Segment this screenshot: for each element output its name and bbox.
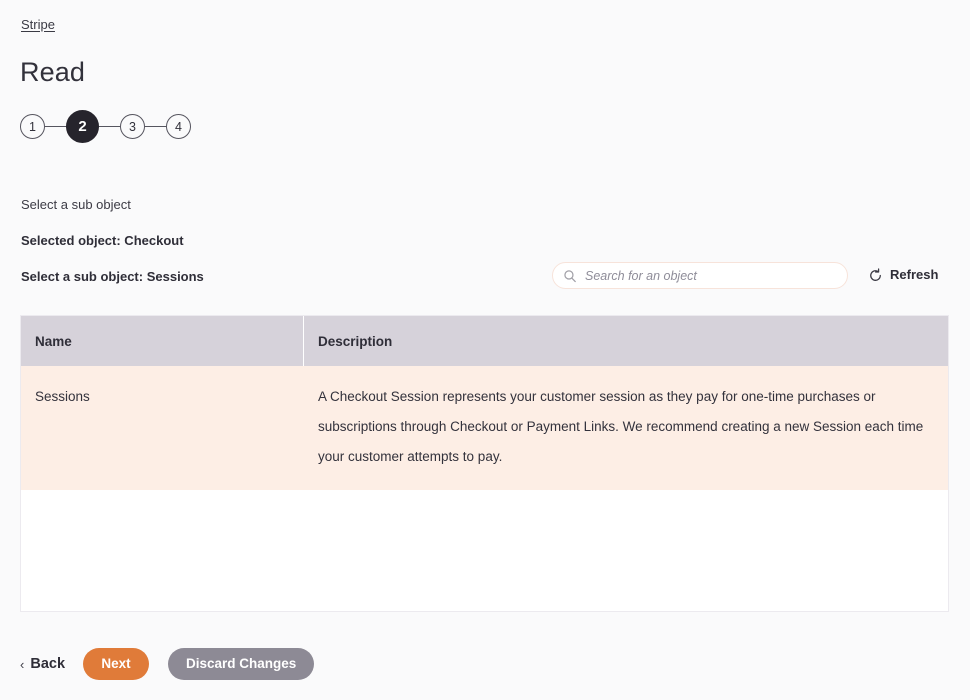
section-hint: Select a sub object [21,197,131,212]
cell-name: Sessions [21,366,304,490]
back-label: Back [30,656,66,672]
selected-object-label: Selected object: Checkout [21,233,184,248]
column-header-description[interactable]: Description [303,316,948,366]
search-input[interactable] [585,268,837,283]
stepper-step-2[interactable]: 2 [66,110,99,143]
refresh-label: Refresh [890,267,939,282]
select-sub-object-label: Select a sub object: Sessions [21,269,204,284]
stepper-step-1[interactable]: 1 [20,114,45,139]
back-button[interactable]: ‹ Back [20,656,65,672]
objects-table: Name Description Sessions A Checkout Ses… [20,315,949,612]
cell-description: A Checkout Session represents your custo… [303,366,948,490]
stepper-connector [99,126,120,127]
read-page: Stripe Read 1 2 3 4 Select a sub object … [0,0,970,700]
stepper-connector [45,126,66,127]
search-box[interactable] [552,262,848,289]
refresh-icon [868,267,883,283]
stepper-step-3[interactable]: 3 [120,114,145,139]
refresh-button[interactable]: Refresh [868,267,938,283]
search-icon [563,269,577,283]
footer-actions: ‹ Back Next Discard Changes [20,648,315,680]
stepper-connector [145,126,166,127]
stepper: 1 2 3 4 [20,110,191,143]
table-empty-area [21,490,948,611]
discard-changes-button[interactable]: Discard Changes [168,648,315,680]
breadcrumb-stripe[interactable]: Stripe [21,16,55,33]
chevron-left-icon: ‹ [20,656,25,672]
table-header-row: Name Description [21,316,948,366]
table-row[interactable]: Sessions A Checkout Session represents y… [21,366,948,490]
stepper-step-4[interactable]: 4 [166,114,191,139]
page-title: Read [20,57,85,87]
column-header-name[interactable]: Name [21,316,304,366]
next-button[interactable]: Next [83,648,150,680]
